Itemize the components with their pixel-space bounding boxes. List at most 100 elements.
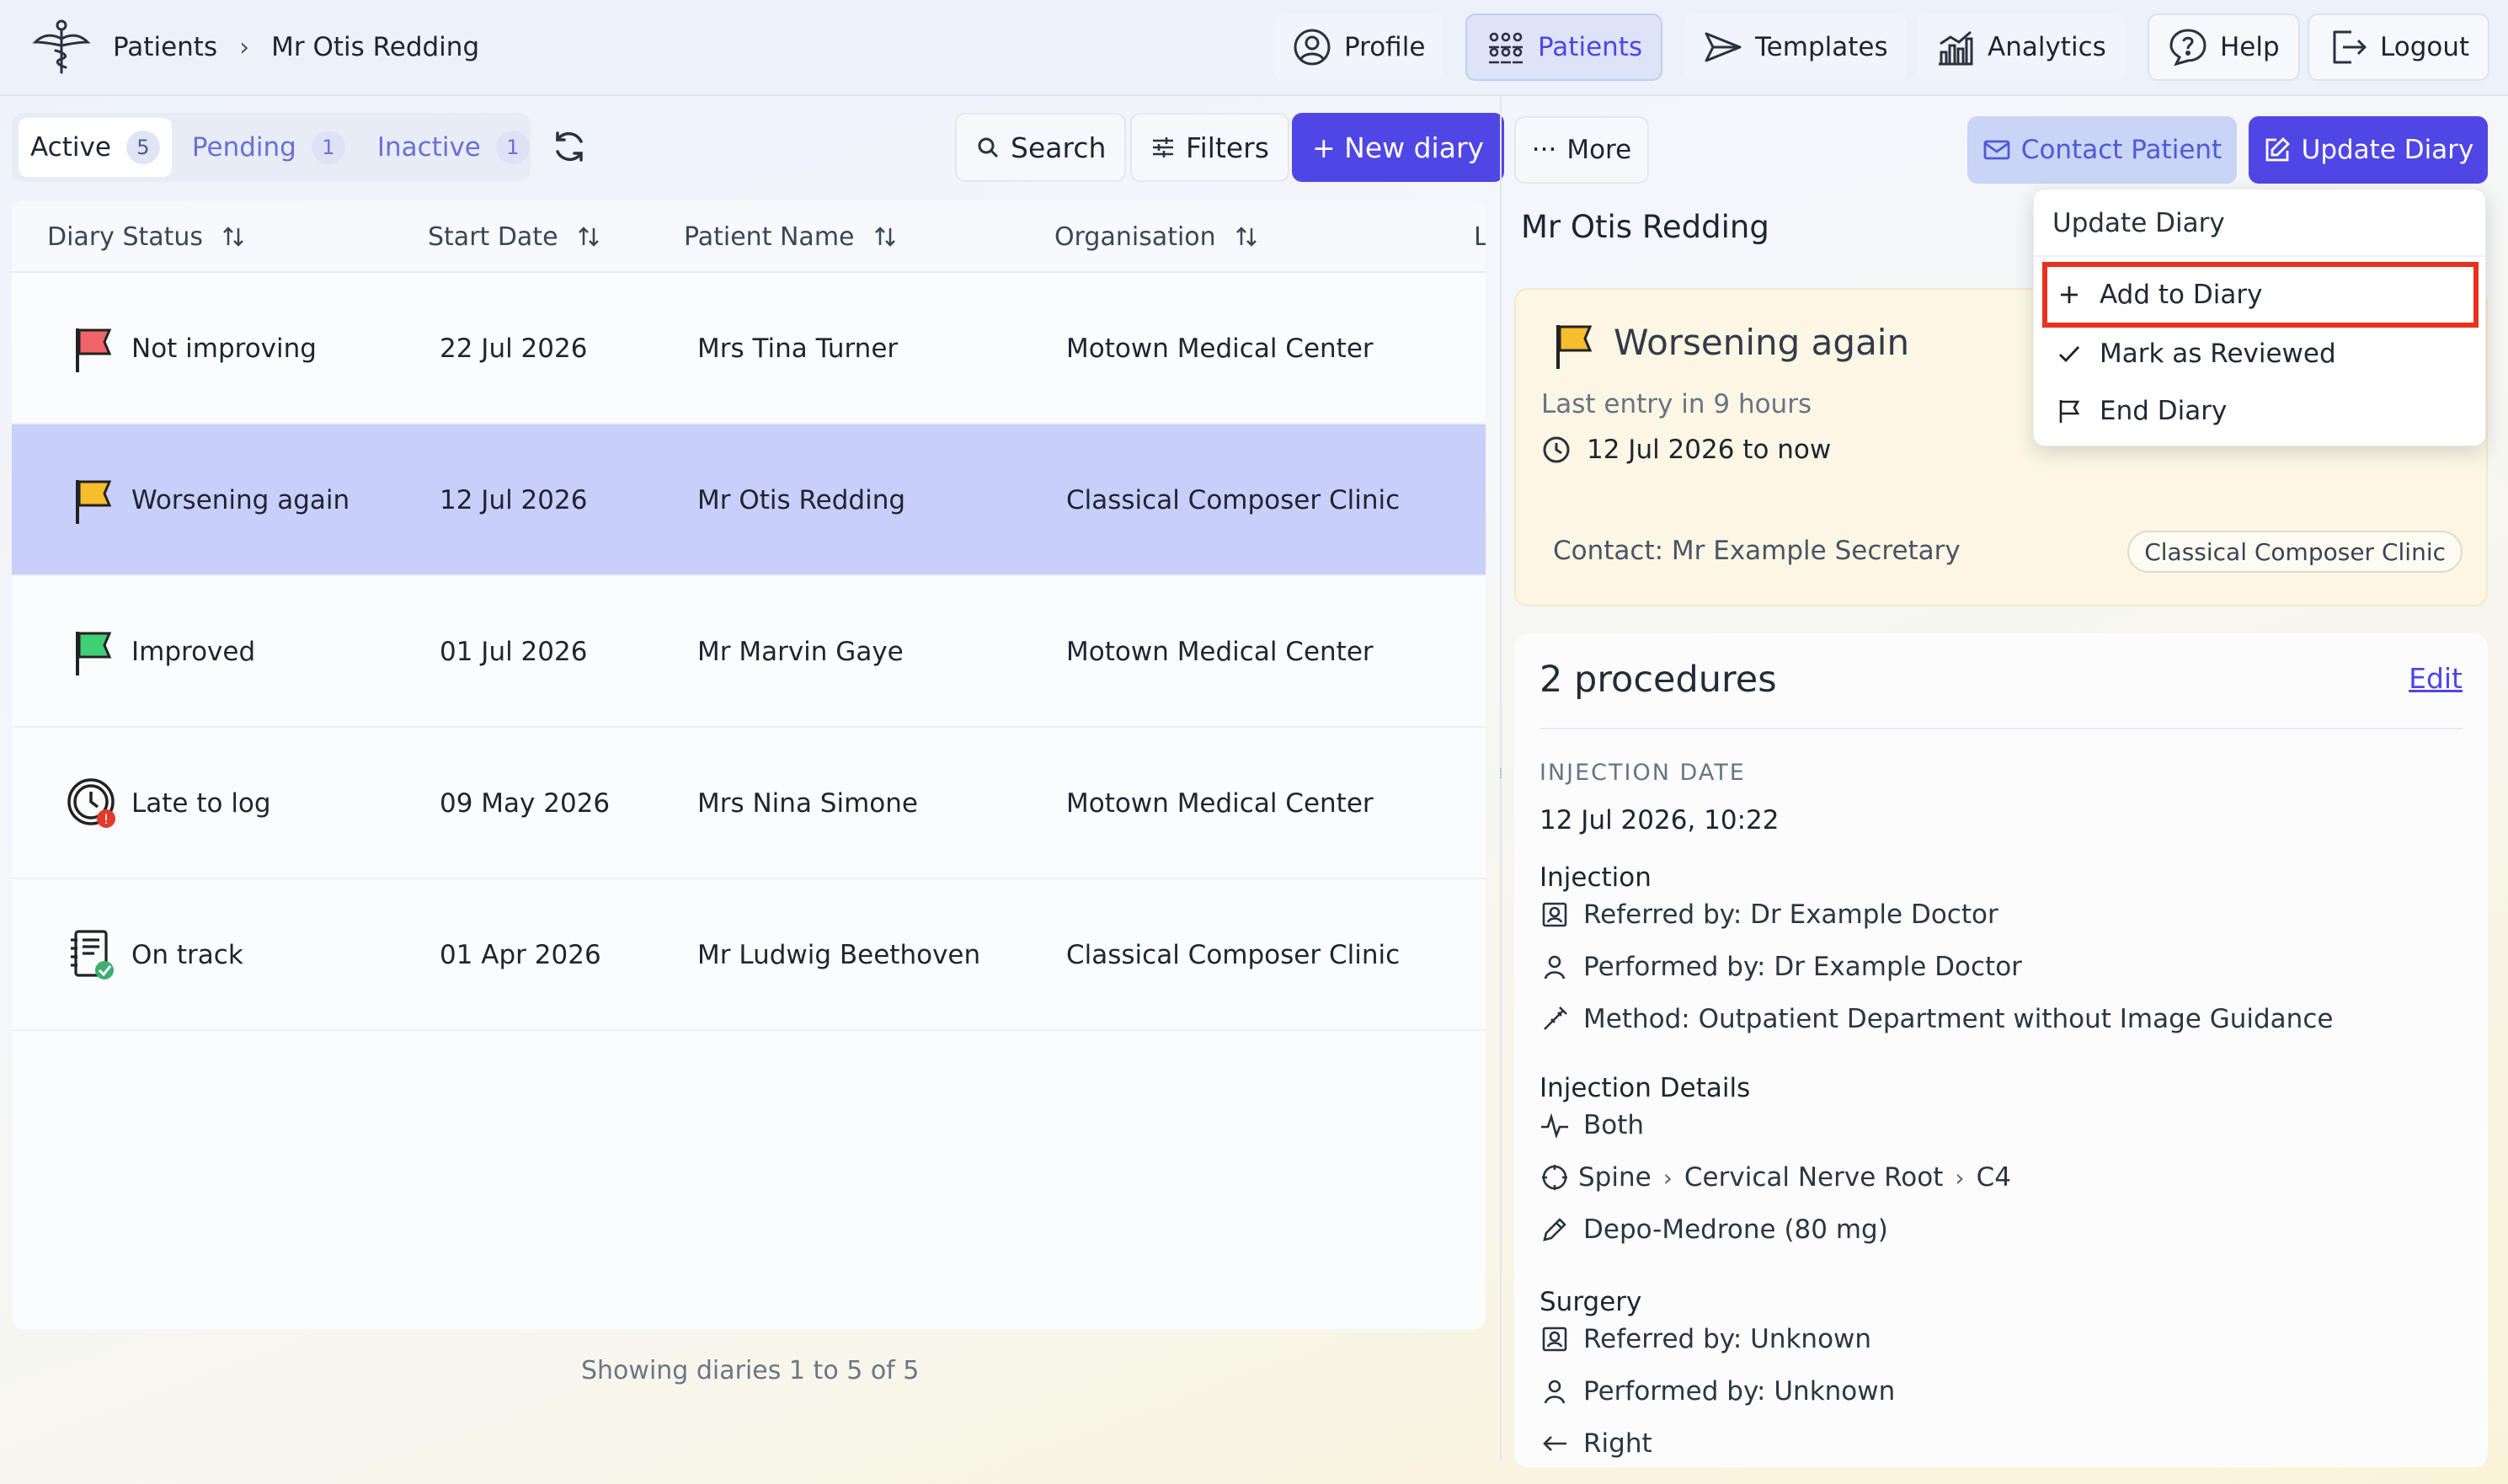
nav-logout-label: Logout [2380, 32, 2470, 62]
green-flag-icon [76, 632, 112, 675]
column-diary-status-label: Diary Status [47, 222, 204, 252]
pencil-icon [1543, 1218, 1566, 1241]
sort-icon [223, 227, 243, 247]
table-row[interactable]: Improved 01 Jul 2026 Mr Marvin Gaye Moto… [12, 576, 1486, 728]
activity-pulse-icon [1541, 1113, 1568, 1140]
column-organisation[interactable]: Organisation [1054, 200, 1258, 273]
row-status: Worsening again [131, 485, 350, 515]
svg-text:!: ! [104, 811, 109, 827]
diary-table: Diary Status Start Date Patient Name Org… [12, 200, 1486, 1329]
tab-inactive-count: 1 [495, 131, 530, 164]
nav-analytics-label: Analytics [1988, 32, 2106, 62]
side-text: Both [1583, 1110, 1645, 1140]
organisation-badge: Classical Composer Clinic [2127, 531, 2463, 573]
row-start-date: 01 Apr 2026 [440, 940, 601, 970]
edit-square-icon [2265, 137, 2290, 162]
diary-check-icon [71, 930, 114, 980]
surgery-referred-line: Referred by: Unknown [1539, 1324, 1871, 1354]
referred-by-line: Referred by: Dr Example Doctor [1539, 899, 1998, 930]
yellow-flag-icon [76, 480, 112, 524]
tab-inactive[interactable]: Inactive 1 [366, 118, 542, 177]
row-organisation: Classical Composer Clinic [1066, 940, 1401, 970]
location-part-3: C4 [1976, 1162, 2011, 1193]
table-row[interactable]: Not improving 22 Jul 2026 Mrs Tina Turne… [12, 273, 1486, 424]
arrow-left-icon [1543, 1436, 1566, 1451]
nav-logout-button[interactable]: Logout [2308, 13, 2490, 81]
contact-patient-button[interactable]: Contact Patient [1967, 116, 2237, 184]
red-flag-icon [76, 328, 112, 372]
search-button[interactable]: Search [955, 113, 1127, 182]
surgery-performed-text: Performed by: Unknown [1583, 1376, 1896, 1407]
envelope-icon [1983, 140, 2010, 160]
contact-patient-label: Contact Patient [2020, 135, 2223, 165]
caduceus-logo-icon[interactable] [32, 17, 91, 76]
nav-templates-button[interactable]: Templates [1684, 13, 1907, 81]
contact-card-icon [1542, 902, 1567, 927]
update-diary-button[interactable]: Update Diary [2249, 116, 2488, 184]
check-icon [2059, 346, 2080, 363]
new-diary-label: + New diary [1312, 131, 1485, 164]
injection-details-heading: Injection Details [1539, 1073, 1751, 1103]
plus-icon [2061, 286, 2078, 303]
edit-procedures-link[interactable]: Edit [2409, 662, 2463, 695]
injection-heading: Injection [1539, 862, 1652, 893]
nav-analytics-button[interactable]: Analytics [1917, 13, 2125, 81]
row-start-date: 01 Jul 2026 [440, 637, 588, 667]
column-truncated[interactable]: L [1474, 200, 1486, 273]
row-organisation: Motown Medical Center [1066, 334, 1374, 364]
nav-profile-button[interactable]: Profile [1273, 13, 1444, 81]
column-patient-name[interactable]: Patient Name [684, 200, 897, 273]
row-start-date: 12 Jul 2026 [440, 485, 588, 515]
syringe-icon [1544, 1006, 1567, 1030]
breadcrumb-patients[interactable]: Patients [113, 32, 217, 62]
table-row[interactable]: On track 01 Apr 2026 Mr Ludwig Beethoven… [12, 879, 1486, 1031]
table-row[interactable]: ! Late to log 09 May 2026 Mrs Nina Simon… [12, 728, 1486, 879]
sort-icon [578, 227, 599, 247]
diary-date-range: 12 Jul 2026 to now [1541, 435, 1831, 465]
procedures-card: 2 procedures Edit INJECTION DATE 12 Jul … [1514, 633, 2488, 1467]
new-diary-button[interactable]: + New diary [1292, 113, 1505, 182]
performed-by-text: Performed by: Dr Example Doctor [1583, 952, 2022, 982]
row-start-date: 09 May 2026 [440, 788, 611, 819]
menu-item-end-diary-label: End Diary [2100, 396, 2228, 426]
surgery-side-text: Right [1583, 1428, 1652, 1459]
row-organisation: Classical Composer Clinic [1066, 485, 1401, 515]
menu-item-mark-as-reviewed-label: Mark as Reviewed [2100, 339, 2336, 369]
chevron-right-icon: › [1662, 1163, 1673, 1192]
status-title: Worsening again [1614, 322, 1910, 363]
row-status: Not improving [131, 334, 317, 364]
crosshair-icon [1542, 1165, 1567, 1190]
menu-item-mark-as-reviewed[interactable]: Mark as Reviewed [2046, 324, 2475, 383]
drug-line: Depo-Medrone (80 mg) [1539, 1214, 1888, 1245]
row-patient-name: Mr Otis Redding [697, 485, 906, 515]
method-text: Method: Outpatient Department without Im… [1583, 1004, 2334, 1034]
column-start-date[interactable]: Start Date [428, 200, 600, 273]
user-circle-icon [1294, 29, 1331, 66]
row-status: Late to log [131, 788, 271, 819]
more-button[interactable]: ··· More [1514, 116, 1649, 184]
drag-handle-icon[interactable]: ⁞ [1494, 766, 1507, 795]
tab-pending-count: 1 [311, 131, 345, 164]
table-row-selected[interactable]: Worsening again 12 Jul 2026 Mr Otis Redd… [12, 424, 1486, 576]
filters-label: Filters [1186, 131, 1269, 164]
flag-outline-icon [2059, 400, 2080, 423]
filters-button[interactable]: Filters [1130, 113, 1289, 182]
contact-text: Contact: Mr Example Secretary [1553, 536, 1961, 566]
refresh-icon[interactable] [547, 125, 591, 168]
injection-date-value: 12 Jul 2026, 10:22 [1539, 805, 1780, 835]
column-organisation-label: Organisation [1054, 222, 1216, 252]
sliders-icon [1153, 137, 1173, 157]
nav-patients-button[interactable]: Patients [1465, 13, 1663, 81]
menu-item-add-to-diary[interactable]: Add to Diary [2042, 262, 2479, 328]
procedures-title: 2 procedures [1539, 659, 1777, 701]
nav-help-button[interactable]: Help [2148, 13, 2300, 81]
user-icon [1544, 955, 1566, 980]
column-diary-status[interactable]: Diary Status [47, 200, 245, 273]
column-truncated-label: L [1474, 222, 1486, 252]
tab-active[interactable]: Active 5 [19, 118, 172, 177]
sort-icon [1235, 227, 1257, 247]
tab-inactive-label: Inactive [376, 132, 481, 163]
surgery-heading: Surgery [1539, 1287, 1642, 1317]
tab-pending[interactable]: Pending 1 [180, 118, 357, 177]
menu-item-end-diary[interactable]: End Diary [2046, 382, 2475, 440]
